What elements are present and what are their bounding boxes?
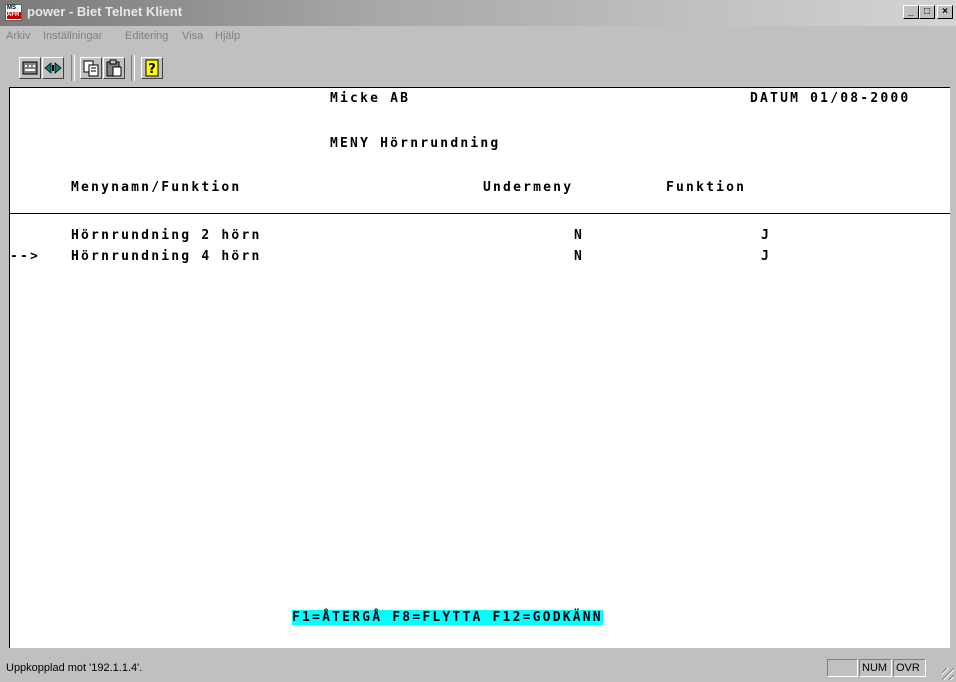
menu-editering[interactable]: Editering	[125, 30, 168, 42]
app-icon[interactable]: MS AFR	[5, 4, 22, 21]
maximize-icon: □	[923, 6, 931, 17]
help-button[interactable]: ?	[141, 57, 163, 79]
header-divider	[10, 213, 950, 214]
menu-arkiv[interactable]: Arkiv	[6, 30, 30, 42]
menu-installningar[interactable]: Inställningar	[43, 30, 102, 42]
column-header-name: Menynamn/Funktion	[71, 180, 242, 195]
copy-button[interactable]	[80, 57, 102, 79]
row-function: J	[761, 249, 772, 264]
row-function: J	[761, 228, 772, 243]
row-name: Hörnrundning 2 hörn	[71, 228, 262, 243]
paste-icon	[106, 59, 122, 77]
ovr-label: OVR	[896, 662, 920, 674]
minimize-button[interactable]: _	[903, 5, 919, 19]
column-header-submenu: Undermeny	[483, 180, 574, 195]
date-label: DATUM 01/08-2000	[750, 91, 911, 106]
paste-button[interactable]	[103, 57, 125, 79]
function-key-bar[interactable]: F1=ÅTERGÅ F8=FLYTTA F12=GODKÄNN	[292, 610, 603, 625]
menu-visa[interactable]: Visa	[182, 30, 203, 42]
num-label: NUM	[862, 662, 888, 674]
app-icon-label-bottom: AFR	[7, 12, 21, 19]
copy-icon	[83, 60, 99, 77]
connect-button[interactable]	[42, 57, 64, 79]
status-panel-empty	[827, 659, 858, 677]
menu-hjalp[interactable]: Hjälp	[215, 30, 240, 42]
status-bar: Uppkopplad mot '192.1.1.4'. NUM OVR	[0, 654, 956, 682]
window-title: power - Biet Telnet Klient	[27, 4, 183, 19]
close-icon: ×	[942, 6, 948, 17]
resize-grip[interactable]	[942, 668, 954, 680]
telnet-window: MS AFR power - Biet Telnet Klient _ □ × …	[0, 0, 956, 682]
close-button[interactable]: ×	[937, 5, 953, 19]
menu-bar: Arkiv Inställningar Editering Visa Hjälp	[0, 27, 956, 47]
keyboard-icon	[22, 61, 38, 75]
maximize-button[interactable]: □	[919, 5, 935, 19]
row-submenu: N	[574, 249, 585, 264]
row-pointer: -->	[10, 249, 41, 264]
help-glyph: ?	[148, 62, 156, 77]
toolbar-separator	[71, 55, 75, 81]
toolbar-separator	[131, 55, 135, 81]
title-bar[interactable]: MS AFR power - Biet Telnet Klient _ □ ×	[0, 0, 956, 26]
row-name: Hörnrundning 4 hörn	[71, 249, 262, 264]
company-name: Micke AB	[330, 91, 411, 106]
app-icon-label-top: MS	[7, 5, 16, 11]
connection-status: Uppkopplad mot '192.1.1.4'.	[6, 662, 143, 674]
minimize-icon: _	[908, 6, 914, 17]
overwrite-indicator: OVR	[893, 659, 926, 677]
connect-icon	[44, 62, 62, 74]
column-header-function: Funktion	[666, 180, 747, 195]
menu-title: MENY Hörnrundning	[330, 136, 501, 151]
row-submenu: N	[574, 228, 585, 243]
terminal-screen[interactable]: Micke AB DATUM 01/08-2000 MENY Hörnrundn…	[9, 87, 950, 648]
toolbar: ?	[0, 49, 956, 87]
keyboard-button[interactable]	[19, 57, 41, 79]
num-lock-indicator: NUM	[859, 659, 892, 677]
help-icon: ?	[145, 59, 159, 77]
